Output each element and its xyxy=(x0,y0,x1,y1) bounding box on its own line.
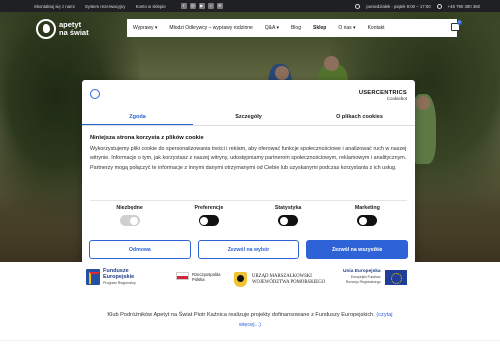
allow-selection-button[interactable]: Zezwól na wybór xyxy=(197,240,300,259)
rp-line-2: Polska xyxy=(192,277,205,282)
tiktok-icon[interactable]: ♪ xyxy=(207,3,214,9)
cookie-tabs: Zgoda Szczegóły O plikach cookies xyxy=(82,108,415,126)
consent-toggles: Niezbędne Preferencje Statystyka Marketi… xyxy=(90,200,407,230)
youtube-icon[interactable]: ▶ xyxy=(198,3,205,9)
fundusze-europejskie-mark-icon xyxy=(86,269,100,285)
pom-line-2: WOJEWÓDZTWA POMORSKIEGO xyxy=(252,279,326,285)
nav-item-mlodzi-odkrywcy[interactable]: Młodzi Odkrywcy – wyprawy rodzinne xyxy=(163,25,258,31)
phone-number[interactable]: +48 790 380 360 xyxy=(448,4,480,9)
read-more-link-part-2[interactable]: więcej...) xyxy=(239,322,261,328)
cookie-title: Niniejsza strona korzysta z plików cooki… xyxy=(90,135,204,141)
globe-icon xyxy=(36,19,56,39)
cookiebot-label: Cookiebot xyxy=(386,96,407,101)
booking-system-link[interactable]: System rezerwacyjny xyxy=(85,4,126,9)
tab-zgoda[interactable]: Zgoda xyxy=(82,108,193,125)
nav-item-kontakt[interactable]: Kontakt xyxy=(362,25,391,31)
shop-account-link[interactable]: Konto w sklepie xyxy=(136,4,166,9)
fundusze-europejskie-logo: Fundusze Europejskie Program Regionalny xyxy=(86,268,136,286)
opening-hours: poniedziałek - piątek 9:00 – 17:00 xyxy=(366,3,431,9)
eu-funds-logos: Fundusze Europejskie Program Regionalny … xyxy=(0,262,500,302)
toggle-label-preferencje: Preferencje xyxy=(194,205,224,211)
nav-item-qa[interactable]: Q&A ▾ xyxy=(259,25,285,31)
unia-europejska-logo: Unia Europejska Europejski Fundusz Rozwo… xyxy=(343,269,407,286)
main-nav: Wyprawy ▾ Młodzi Odkrywcy – wyprawy rodz… xyxy=(127,19,457,37)
toggle-label-statystyka: Statystyka xyxy=(274,205,302,211)
nav-item-sklep[interactable]: Sklep xyxy=(307,25,332,31)
eu-note-text: Klub Podróżników Apetyt na Świat Piotr K… xyxy=(107,312,375,318)
facebook-icon[interactable]: f xyxy=(180,3,187,9)
rzeczpospolita-logo: Rzeczpospolita Polska xyxy=(176,272,220,282)
pomorskie-crest-icon xyxy=(234,272,247,287)
contact-link[interactable]: Skontaktuj się z nami xyxy=(34,4,75,9)
pomorskie-logo: URZĄD MARSZAŁKOWSKI WOJEWÓDZTWA POMORSKI… xyxy=(234,272,325,287)
instagram-icon[interactable]: ◎ xyxy=(189,3,196,9)
fe-subtitle: Program Regionalny xyxy=(103,281,136,285)
nav-item-blog[interactable]: Blog xyxy=(285,25,307,31)
nav-item-wyprawy[interactable]: Wyprawy ▾ xyxy=(127,25,163,31)
site-logo[interactable]: apetyt na świat xyxy=(36,19,89,39)
toggle-marketing[interactable] xyxy=(357,215,378,226)
toggle-label-niezbedne: Niezbędne xyxy=(116,205,143,211)
cookie-consent-dialog: USERCENTRICS Cookiebot Zgoda Szczegóły O… xyxy=(82,80,415,264)
ue-sub-2: Rozwoju Regionalnego xyxy=(345,280,381,284)
polish-flag-icon xyxy=(176,272,189,280)
fingerprint-icon[interactable] xyxy=(90,89,100,99)
tab-o-plikach-cookies[interactable]: O plikach cookies xyxy=(304,108,415,125)
usercentrics-logo: USERCENTRICS Cookiebot xyxy=(359,87,407,101)
toggle-niezbedne xyxy=(119,215,140,226)
cart-count-badge: 0 xyxy=(457,20,462,25)
reject-button[interactable]: Odmowa xyxy=(89,240,191,259)
top-bar: Skontaktuj się z nami System rezerwacyjn… xyxy=(0,0,500,12)
tab-szczegoly[interactable]: Szczegóły xyxy=(193,108,304,125)
nav-item-o-nas[interactable]: O nas ▾ xyxy=(332,25,361,31)
phone-icon xyxy=(436,3,442,9)
read-more-link-part-1[interactable]: (czytaj xyxy=(376,312,392,318)
cookie-description: Wykorzystujemy pliki cookie do spersonal… xyxy=(90,146,407,171)
toggle-statystyka[interactable] xyxy=(278,215,299,226)
eu-projects-note: Klub Podróżników Apetyt na Świat Piotr K… xyxy=(0,310,500,330)
clock-icon xyxy=(355,3,361,9)
allow-all-button[interactable]: Zezwól na wszystkie xyxy=(306,240,409,259)
toggle-preferencje[interactable] xyxy=(198,215,219,226)
eu-flag-icon xyxy=(384,269,407,285)
spotify-icon[interactable]: ≋ xyxy=(216,3,223,9)
logo-line-2: na świat xyxy=(59,28,89,37)
toggle-label-marketing: Marketing xyxy=(354,205,380,211)
ue-title: Unia Europejska xyxy=(343,269,381,274)
divider xyxy=(0,340,500,341)
